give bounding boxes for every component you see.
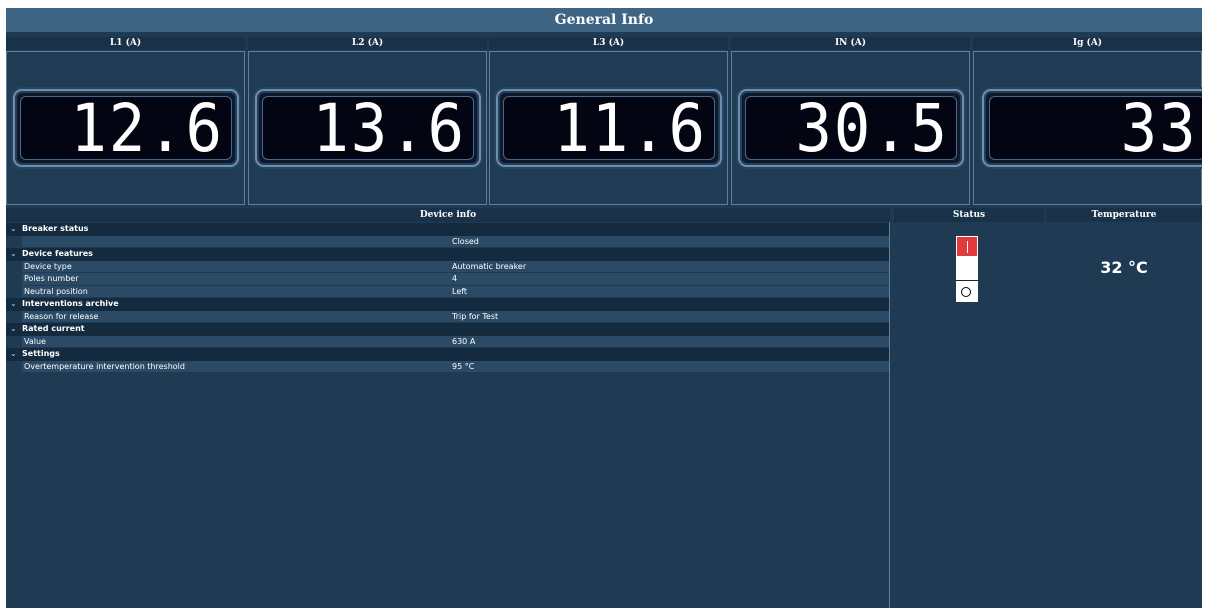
meter-value: 33 (1120, 90, 1197, 167)
meter-l3: L3 (A) 11.6 (489, 37, 728, 205)
status-header: Status (894, 208, 1044, 222)
lcd-display: 13.6 (255, 89, 481, 167)
on-glyph (967, 241, 968, 253)
meter-value: 30.5 (795, 90, 949, 167)
section-header-rated-current[interactable]: ⌄ Rated current (6, 323, 890, 336)
section-label: Device features (22, 249, 93, 258)
property-value: Closed (452, 236, 479, 246)
breaker-status-indicator (956, 236, 978, 302)
property-value: 630 A (452, 336, 476, 346)
lcd-display: 33 (982, 89, 1202, 167)
temperature-header: Temperature (1046, 208, 1202, 222)
lcd-screen: 33 (989, 90, 1202, 167)
lcd-screen: 11.6 (503, 90, 715, 167)
section-header-breaker-status[interactable]: ⌄ Breaker status (6, 223, 890, 236)
lcd-display: 11.6 (496, 89, 722, 167)
device-info-tree: ⌄ Breaker status Closed ⌄ Device features … (6, 223, 890, 373)
section-header-device-features[interactable]: ⌄ Device features (6, 248, 890, 261)
property-row: Closed (22, 235, 890, 248)
panel-divider (889, 222, 890, 608)
chevron-down-icon[interactable]: ⌄ (10, 223, 22, 236)
lcd-screen: 13.6 (262, 90, 474, 167)
property-name: Neutral position (24, 286, 88, 296)
device-info-header: Device info (6, 208, 890, 222)
meter-label: L2 (A) (248, 37, 487, 50)
meter-body: 33 (973, 51, 1202, 205)
lcd-screen: 30.5 (745, 90, 957, 167)
property-name: Reason for release (24, 311, 99, 321)
property-name: Poles number (24, 274, 79, 283)
breaker-off-icon (956, 280, 978, 302)
general-info-panel: General Info L1 (A) 12.6 L2 (A) 13.6 L3 … (6, 8, 1202, 608)
property-row: Overtemperature intervention threshold 9… (22, 360, 890, 373)
off-glyph (961, 287, 971, 297)
meter-label: IN (A) (731, 37, 970, 50)
breaker-body (956, 257, 978, 280)
meter-label: Ig (A) (973, 37, 1202, 50)
lcd-display: 30.5 (738, 89, 964, 167)
section-header-settings[interactable]: ⌄ Settings (6, 348, 890, 361)
property-row: Neutral position Left (22, 285, 890, 298)
chevron-down-icon[interactable]: ⌄ (10, 298, 22, 311)
page-title: General Info (6, 8, 1202, 32)
property-row: Reason for release Trip for Test (22, 310, 890, 323)
meter-body: 13.6 (248, 51, 487, 205)
meter-value: 13.6 (312, 90, 466, 167)
meter-body: 12.6 (6, 51, 245, 205)
property-name: Device type (24, 261, 72, 271)
lcd-display: 12.6 (13, 89, 239, 167)
meter-body: 11.6 (489, 51, 728, 205)
lcd-screen: 12.6 (20, 90, 232, 167)
meter-l2: L2 (A) 13.6 (248, 37, 487, 205)
meter-label: L3 (A) (489, 37, 728, 50)
property-value: Left (452, 286, 468, 296)
chevron-down-icon[interactable]: ⌄ (10, 348, 22, 361)
property-value: Automatic breaker (452, 261, 527, 271)
property-value: 95 °C (452, 361, 475, 371)
property-row: Device type Automatic breaker (22, 260, 890, 273)
property-row: Value 630 A (22, 335, 890, 348)
property-name: Overtemperature intervention threshold (24, 361, 185, 371)
property-value: Trip for Test (452, 311, 499, 321)
section-label: Interventions archive (22, 299, 119, 308)
section-header-interventions-archive[interactable]: ⌄ Interventions archive (6, 298, 890, 311)
meter-body: 30.5 (731, 51, 970, 205)
section-label: Rated current (22, 324, 85, 333)
meter-value: 11.6 (553, 90, 707, 167)
section-label: Breaker status (22, 224, 89, 233)
property-row: Poles number 4 (22, 273, 890, 286)
meter-ig: Ig (A) 33 (973, 37, 1202, 205)
meter-label: L1 (A) (6, 37, 245, 50)
property-value: 4 (452, 274, 458, 283)
chevron-down-icon[interactable]: ⌄ (10, 323, 22, 336)
temperature-value: 32 °C (1100, 258, 1148, 277)
meter-value: 12.6 (70, 90, 224, 167)
meter-in: IN (A) 30.5 (731, 37, 970, 205)
meter-l1: L1 (A) 12.6 (6, 37, 245, 205)
chevron-down-icon[interactable]: ⌄ (10, 248, 22, 261)
breaker-on-icon (956, 236, 978, 257)
property-name: Value (24, 336, 46, 346)
section-label: Settings (22, 349, 60, 358)
